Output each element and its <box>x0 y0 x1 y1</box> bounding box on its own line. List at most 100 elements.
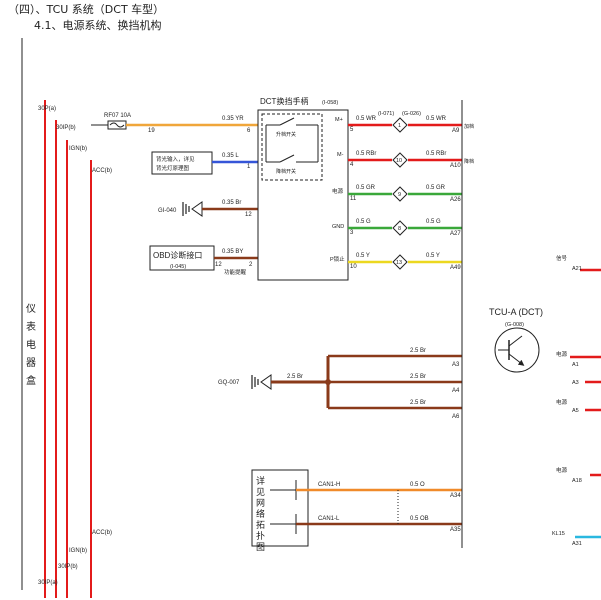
rail-label-acc-top: ACC(b) <box>92 168 112 174</box>
svg-text:1: 1 <box>247 164 251 170</box>
power-rails <box>44 100 92 598</box>
svg-text:8: 8 <box>398 226 401 232</box>
obd-title: OBD诊断接口 <box>153 250 202 260</box>
tcu-name: TCU-A (DCT) <box>489 307 543 317</box>
svg-text:0.5 GR: 0.5 GR <box>356 185 376 191</box>
svg-text:13: 13 <box>396 260 402 266</box>
svg-text:电源: 电源 <box>556 350 568 358</box>
rail-label-30ip-top: 30IP(b) <box>56 125 76 131</box>
svg-text:电源: 电源 <box>556 398 568 406</box>
svg-text:A27: A27 <box>450 231 461 237</box>
svg-text:6: 6 <box>247 128 251 134</box>
svg-text:2: 2 <box>249 262 253 268</box>
svg-text:背光灯原理图: 背光灯原理图 <box>156 164 190 172</box>
svg-text:(G-008): (G-008) <box>505 322 524 328</box>
rail-label-30p-top: 30P(a) <box>38 106 56 112</box>
svg-text:图: 图 <box>256 542 265 552</box>
ground-label-gq007: GQ-007 <box>218 380 240 386</box>
rail-label-30p-bottom: 30IP(a) <box>38 580 58 586</box>
svg-text:0.35 L: 0.35 L <box>222 153 239 159</box>
panel-vertical-label: 仪 表 电 器 盒 <box>26 303 36 387</box>
ground-symbol-tcu <box>251 374 272 390</box>
svg-text:加档: 加档 <box>464 123 474 130</box>
svg-text:盒: 盒 <box>26 374 36 387</box>
svg-text:A3: A3 <box>572 380 579 386</box>
svg-text:A10: A10 <box>450 163 461 169</box>
svg-text:背光输入，详见: 背光输入，详见 <box>156 155 195 163</box>
svg-text:A4: A4 <box>452 388 460 394</box>
ground-label-gi040: GI-040 <box>158 208 177 214</box>
rail-label-ign-bottom: IGN(b) <box>69 548 87 554</box>
svg-text:11: 11 <box>350 196 357 202</box>
svg-text:GND: GND <box>332 224 344 230</box>
svg-text:M+: M+ <box>335 117 343 123</box>
svg-text:信号: 信号 <box>556 254 568 262</box>
svg-text:0.5 WR: 0.5 WR <box>356 116 377 122</box>
svg-text:9: 9 <box>398 192 401 198</box>
svg-text:(I-058): (I-058) <box>322 100 338 106</box>
svg-text:10: 10 <box>396 158 402 164</box>
svg-text:4: 4 <box>350 162 354 168</box>
svg-text:见: 见 <box>256 487 265 497</box>
svg-text:0.35 Br: 0.35 Br <box>222 200 241 206</box>
svg-text:0.5 G: 0.5 G <box>356 219 371 225</box>
shifter-title: DCT换挡手柄 <box>260 96 308 106</box>
rail-label-ign-top: IGN(b) <box>69 146 87 152</box>
svg-text:网: 网 <box>256 498 265 508</box>
svg-text:电: 电 <box>26 338 36 351</box>
svg-text:A6: A6 <box>452 414 460 420</box>
svg-text:0.5 O: 0.5 O <box>410 482 425 488</box>
svg-text:0.5 RBr: 0.5 RBr <box>356 151 376 157</box>
svg-text:A21: A21 <box>572 266 582 272</box>
svg-text:0.5 WR: 0.5 WR <box>426 116 447 122</box>
svg-text:A34: A34 <box>450 493 461 499</box>
tcu-right-pin-labels: 信号 A21 电源 A1 A3 电源 A5 电源 A18 KL15 A31 <box>552 254 582 547</box>
svg-text:3: 3 <box>350 230 354 236</box>
rail-label-30ip-bottom: 30IP(b) <box>58 564 78 570</box>
svg-text:(I-071): (I-071) <box>378 111 394 117</box>
svg-text:0.5 G: 0.5 G <box>426 219 441 225</box>
fuse-label: RF07 10A <box>104 113 131 119</box>
svg-text:0.5 GR: 0.5 GR <box>426 185 446 191</box>
svg-text:0.35 BY: 0.35 BY <box>222 249 243 255</box>
svg-text:1: 1 <box>398 123 401 129</box>
svg-text:2.5 Br: 2.5 Br <box>287 374 303 380</box>
svg-text:仪: 仪 <box>26 303 36 315</box>
ground-wires-tcu <box>271 354 462 410</box>
transistor-icon <box>494 327 540 373</box>
svg-text:降档开关: 降档开关 <box>276 168 296 175</box>
can-box-vertical-text: 详 见 网 络 拓 扑 图 <box>256 475 265 552</box>
svg-text:0.5 Y: 0.5 Y <box>426 253 440 259</box>
tcu-right-pins <box>570 268 601 539</box>
svg-text:0.5 Y: 0.5 Y <box>356 253 370 259</box>
svg-text:10: 10 <box>350 264 357 270</box>
svg-text:拓: 拓 <box>256 519 265 530</box>
wiring-diagram: 30P(a) 30IP(b) IGN(b) ACC(b) ACC(b) IGN(… <box>21 38 601 598</box>
svg-text:12: 12 <box>245 212 252 218</box>
svg-text:2.5 Br: 2.5 Br <box>410 374 426 380</box>
svg-text:A49: A49 <box>450 265 461 271</box>
svg-text:0.5 RBr: 0.5 RBr <box>426 151 446 157</box>
svg-text:CAN1-L: CAN1-L <box>318 516 340 522</box>
svg-text:KL15: KL15 <box>552 531 565 537</box>
svg-text:12: 12 <box>215 262 222 268</box>
ground-symbol-shifter <box>182 201 203 217</box>
svg-text:P锁止: P锁止 <box>330 255 345 263</box>
svg-text:电源: 电源 <box>332 187 344 195</box>
svg-text:(I-045): (I-045) <box>170 264 186 270</box>
svg-text:降档: 降档 <box>464 158 474 165</box>
wire-yr-label: 0.35 YR <box>222 116 244 122</box>
svg-text:表: 表 <box>26 320 36 333</box>
svg-text:A3: A3 <box>452 362 460 368</box>
svg-text:M-: M- <box>337 152 344 158</box>
svg-text:A35: A35 <box>450 527 461 533</box>
svg-text:0.5 OB: 0.5 OB <box>410 516 429 522</box>
svg-text:A1: A1 <box>572 362 579 368</box>
svg-text:络: 络 <box>256 508 265 519</box>
svg-text:5: 5 <box>350 127 354 133</box>
svg-text:CAN1-H: CAN1-H <box>318 482 340 488</box>
svg-text:A18: A18 <box>572 478 582 484</box>
svg-text:器: 器 <box>26 357 36 369</box>
svg-text:升档开关: 升档开关 <box>276 131 296 138</box>
svg-text:(G-026): (G-026) <box>402 111 421 117</box>
